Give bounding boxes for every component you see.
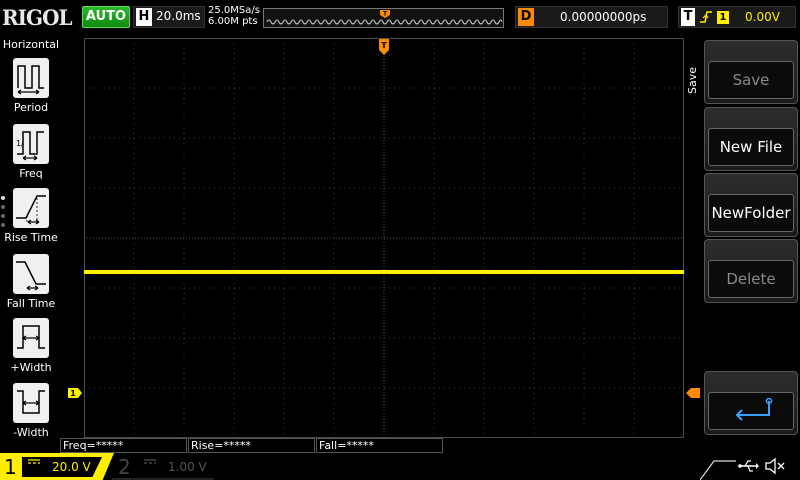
measure-fall-time[interactable]: Fall Time [2,252,60,314]
svg-text:1: 1 [70,389,76,398]
measure-menu: Horizontal Period 1/ Freq Rise Time Fall… [0,36,62,439]
new-folder-button-label: NewFolder [708,194,794,232]
sample-rate: 25.0MSa/s [208,5,260,16]
timebase-value: 20.0ms [156,9,201,23]
new-file-button-label: New File [708,128,794,166]
trigger-level: 0.00V [745,10,780,24]
delete-button[interactable]: Delete [704,239,798,303]
ch2-number: 2 [118,455,131,479]
run-state-button[interactable]: AUTO [82,6,130,28]
new-file-button[interactable]: New File [704,107,798,171]
measure-period-label: Period [13,101,49,114]
status-bar: RIGOL AUTO H 20.0ms 25.0MSa/s 6.00M pts … [0,0,800,36]
speaker-mute-icon[interactable] [764,456,786,476]
memory-waveform-overview: T [266,10,503,25]
menu-page-indicator[interactable] [1,196,7,232]
return-icon [708,392,794,430]
trigger-display[interactable]: T 1 0.00V [678,6,796,28]
measure-frequency-label: Freq [19,167,43,180]
save-menu-title: Save [686,66,699,94]
measure-period[interactable]: Period [2,56,60,118]
positive-width-icon [13,318,49,358]
ch1-scale: 20.0 V [52,460,91,474]
bottom-bar-decoration [700,460,736,480]
trigger-position-marker[interactable]: T [378,38,390,56]
frequency-icon: 1/ [13,124,49,164]
period-icon [13,58,49,98]
rising-edge-icon [699,9,713,29]
trigger-level-marker[interactable] [686,383,700,398]
ch1-tab[interactable]: 1 20.0 V [0,453,114,480]
measure-menu-title: Horizontal [2,38,60,51]
measure-positive-width[interactable]: +Width [2,316,60,378]
save-button[interactable]: Save [704,40,798,104]
new-folder-button[interactable]: NewFolder [704,173,798,237]
delay-badge: D [518,8,534,26]
measure-negative-width-label: -Width [13,426,49,439]
rise-time-icon [13,188,49,228]
brand-logo: RIGOL [2,5,73,30]
save-button-label: Save [708,61,794,99]
memory-overview-strip: T [263,8,504,28]
timebase-display[interactable]: H 20.0ms [133,6,205,28]
measurement-freq[interactable]: Freq=***** [60,438,187,453]
measurement-rise[interactable]: Rise=***** [188,438,315,453]
trigger-source: 1 [717,11,729,24]
measure-negative-width[interactable]: -Width [2,381,60,443]
measure-positive-width-label: +Width [10,361,52,374]
ch1-ground-marker[interactable]: 1 [68,383,82,398]
waveform-grid[interactable] [84,38,684,438]
svg-text:1/: 1/ [16,139,24,148]
svg-text:T: T [381,41,387,50]
negative-width-icon [13,383,49,423]
ch1-dc-coupling-icon [27,457,41,470]
trigger-delay-display[interactable]: D 0.00000000ps [515,6,668,28]
measure-frequency[interactable]: 1/ Freq [2,122,60,184]
fall-time-icon [13,254,49,294]
ch2-dc-coupling-icon [143,457,157,470]
memory-depth: 6.00M pts [208,16,258,27]
measure-rise-time-label: Rise Time [4,231,58,244]
delay-value: 0.00000000ps [560,10,647,24]
ch2-scale: 1.00 V [168,460,207,474]
acquisition-info: 25.0MSa/s 6.00M pts [208,5,260,27]
return-button[interactable] [704,371,798,435]
measure-rise-time[interactable]: Rise Time [2,186,60,248]
channel-bar: 1 20.0 V 2 1.00 V [0,453,800,480]
measure-fall-time-label: Fall Time [6,297,56,310]
usb-icon [738,458,760,474]
measurement-fall[interactable]: Fall=***** [316,438,443,453]
ch1-number: 1 [4,455,17,479]
delete-button-label: Delete [708,260,794,298]
trigger-badge: T [681,8,695,26]
horizontal-badge: H [136,8,152,26]
graticule [84,38,684,438]
